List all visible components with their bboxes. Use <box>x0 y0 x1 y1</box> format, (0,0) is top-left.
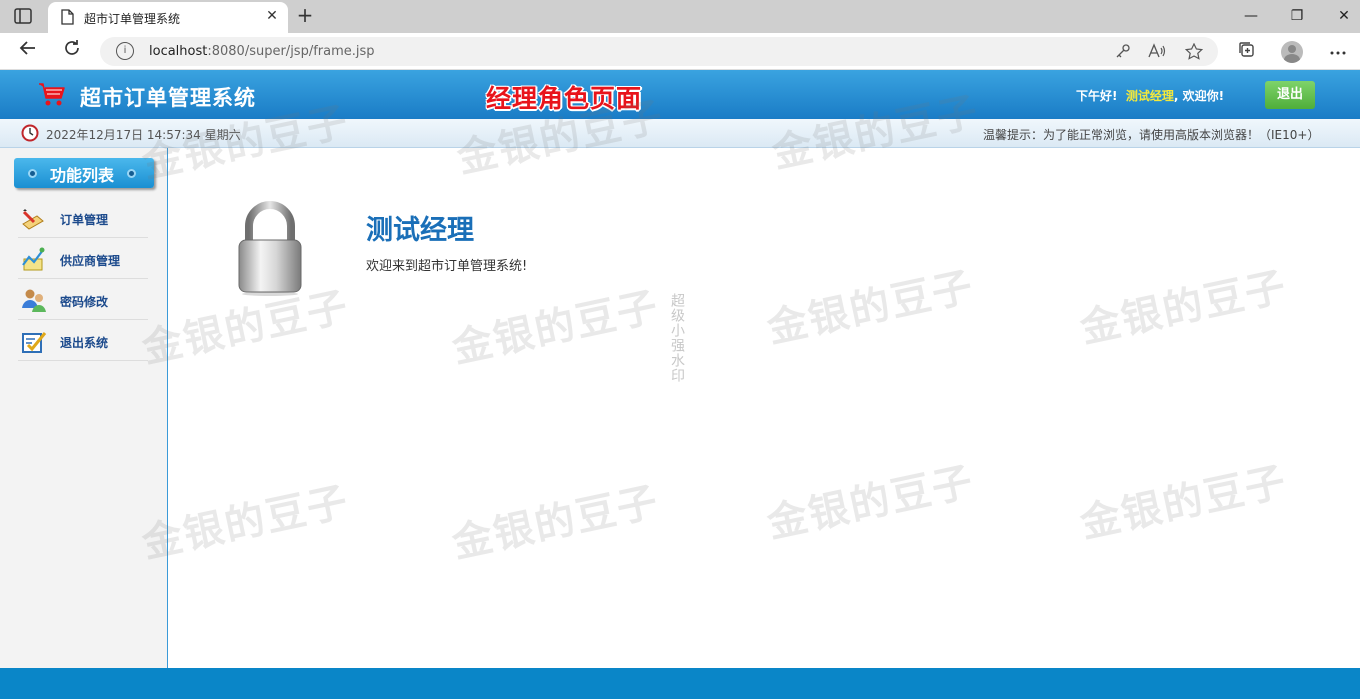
sidebar-item-suppliers[interactable]: 供应商管理 <box>18 239 148 279</box>
tab-title: 超市订单管理系统 <box>84 12 181 26</box>
app-title: 超市订单管理系统 <box>80 86 256 110</box>
greeting: 下午好! 测试经理, 欢迎你! <box>1076 89 1225 103</box>
site-info-icon[interactable]: i <box>116 42 134 60</box>
sidebar-item-label: 订单管理 <box>60 213 109 227</box>
url-text: localhost:8080/super/jsp/frame.jsp <box>149 44 375 59</box>
vertical-watermark: 超级小强水印 <box>669 293 685 383</box>
dot-icon <box>28 169 37 178</box>
users-icon <box>20 286 48 314</box>
shopping-cart-icon <box>38 82 66 112</box>
user-name: 测试经理 <box>1125 89 1174 103</box>
sidebar-item-label: 供应商管理 <box>60 254 121 268</box>
address-bar: i localhost:8080/super/jsp/frame.jsp <box>0 33 1360 70</box>
sidebar-item-label: 密码修改 <box>60 295 109 309</box>
sidebar: 功能列表 订单管理 供应商管理 密码修改 退出系统 <box>0 148 168 668</box>
order-pen-icon <box>20 204 48 232</box>
favorite-star-icon[interactable] <box>1184 42 1204 61</box>
back-icon[interactable] <box>16 39 40 63</box>
more-menu-icon[interactable] <box>1326 40 1350 64</box>
browser-tab[interactable]: 超市订单管理系统 ✕ <box>48 2 288 33</box>
new-tab-button[interactable]: + <box>294 4 316 26</box>
main-content: 测试经理 欢迎来到超市订单管理系统! 超级小强水印 <box>169 148 1360 668</box>
footer-bar <box>0 668 1360 699</box>
dot-icon <box>127 169 136 178</box>
app-header: 超市订单管理系统 经理角色页面 下午好! 测试经理, 欢迎你! 退出 <box>0 70 1360 119</box>
read-aloud-icon[interactable] <box>1148 43 1166 61</box>
sidebar-item-password[interactable]: 密码修改 <box>18 280 148 320</box>
browser-tab-bar: 超市订单管理系统 ✕ + — ❐ ✕ <box>0 0 1360 33</box>
logout-button[interactable]: 退出 <box>1265 81 1315 109</box>
key-icon[interactable] <box>1114 43 1132 61</box>
restore-button[interactable]: ❐ <box>1286 6 1308 26</box>
close-window-button[interactable]: ✕ <box>1333 6 1355 26</box>
user-title: 测试经理 <box>366 215 474 246</box>
datetime: 2022年12月17日 14:57:34 星期六 <box>46 128 241 142</box>
role-page-title: 经理角色页面 <box>486 84 643 113</box>
clock-icon <box>21 124 39 146</box>
lock-icon <box>235 200 305 300</box>
sidebar-item-label: 退出系统 <box>60 336 109 350</box>
refresh-icon[interactable] <box>60 39 84 63</box>
exit-edit-icon <box>20 327 48 355</box>
minimize-button[interactable]: — <box>1240 6 1262 26</box>
browser-tip: 温馨提示：为了能正常浏览，请使用高版本浏览器！（IE10+） <box>983 128 1320 142</box>
status-bar: 2022年12月17日 14:57:34 星期六 温馨提示：为了能正常浏览，请使… <box>0 119 1360 148</box>
profile-avatar[interactable] <box>1281 41 1303 63</box>
sidebar-item-orders[interactable]: 订单管理 <box>18 198 148 238</box>
sidebar-title: 功能列表 <box>50 166 115 185</box>
close-tab-icon[interactable]: ✕ <box>264 8 280 24</box>
supplier-chart-icon <box>20 245 48 273</box>
sidebar-item-exit[interactable]: 退出系统 <box>18 321 148 361</box>
tab-actions-icon[interactable] <box>14 8 32 24</box>
url-field[interactable]: i localhost:8080/super/jsp/frame.jsp <box>100 37 1218 66</box>
collections-icon[interactable] <box>1234 40 1258 64</box>
page-icon <box>60 9 74 29</box>
welcome-message: 欢迎来到超市订单管理系统! <box>366 259 528 274</box>
sidebar-header: 功能列表 <box>14 158 154 188</box>
